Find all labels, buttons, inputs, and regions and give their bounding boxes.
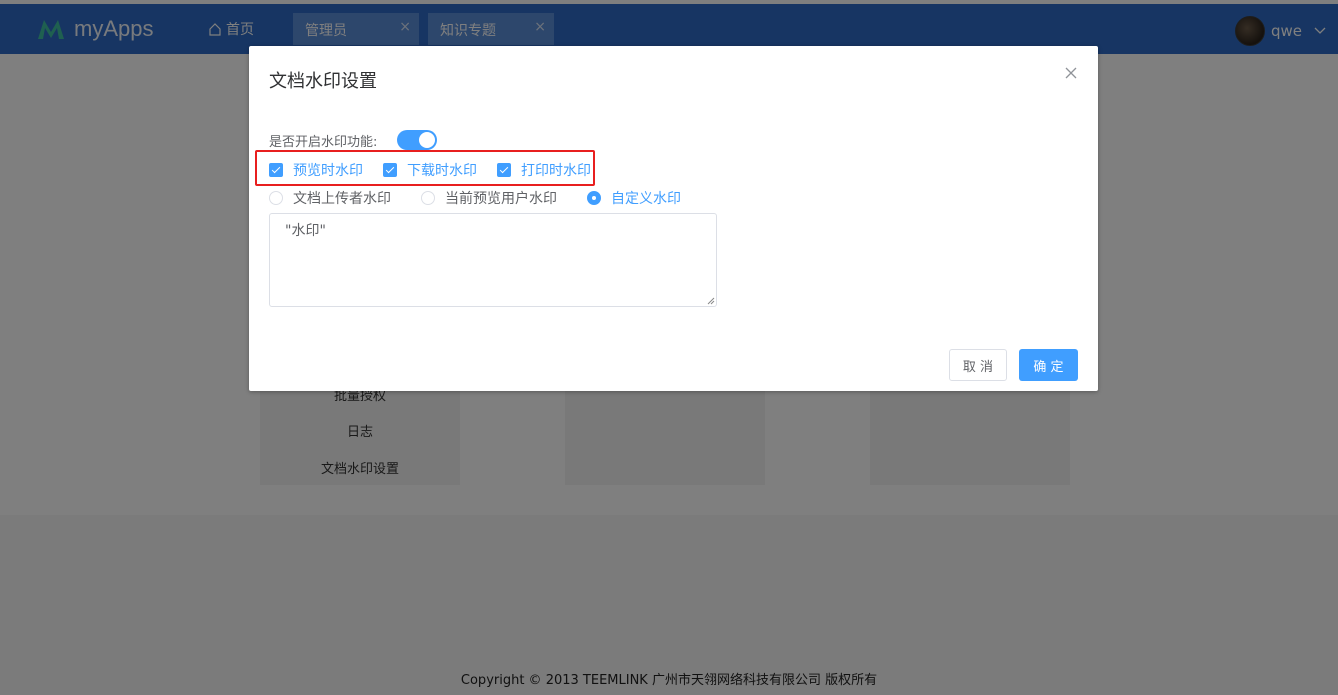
confirm-button[interactable]: 确 定 (1019, 349, 1078, 381)
cancel-button[interactable]: 取 消 (949, 349, 1007, 381)
watermark-switch-row: 是否开启水印功能: (269, 130, 438, 150)
close-icon[interactable] (1064, 66, 1078, 80)
custom-watermark-textarea[interactable]: "水印" (269, 213, 717, 307)
radio-label: 当前预览用户水印 (445, 191, 557, 207)
watermark-toggle[interactable] (397, 130, 438, 150)
radio-label: 文档上传者水印 (293, 191, 391, 207)
radio-viewer-watermark[interactable]: 当前预览用户水印 (421, 188, 557, 208)
radio-dot (587, 191, 601, 205)
resize-grip-icon[interactable] (707, 297, 715, 305)
dialog-title: 文档水印设置 (269, 71, 377, 92)
watermark-settings-dialog: 文档水印设置 是否开启水印功能: 预览时水印 下载时水印 打印时水印 文档上传者… (249, 46, 1098, 391)
radio-uploader-watermark[interactable]: 文档上传者水印 (269, 188, 391, 208)
annotation-highlight-box (255, 150, 595, 186)
radio-dot (269, 191, 283, 205)
watermark-type-radios: 文档上传者水印 当前预览用户水印 自定义水印 (269, 188, 711, 208)
toggle-knob (419, 132, 436, 148)
switch-label: 是否开启水印功能: (269, 134, 378, 150)
radio-dot (421, 191, 435, 205)
radio-label: 自定义水印 (611, 191, 681, 207)
radio-custom-watermark[interactable]: 自定义水印 (587, 188, 681, 208)
